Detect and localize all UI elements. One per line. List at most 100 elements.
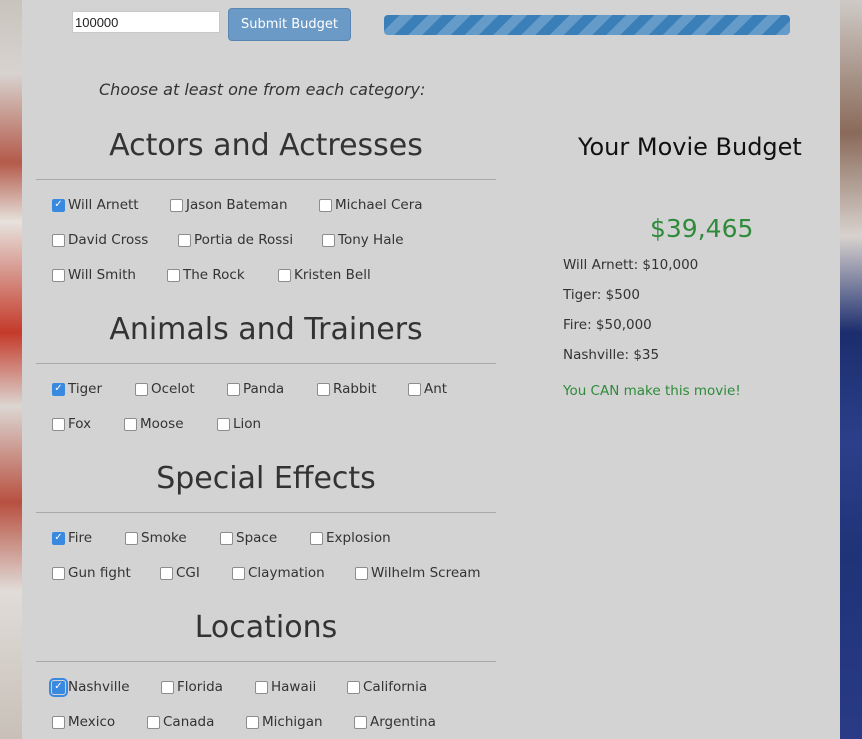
option-argentina[interactable]: Argentina bbox=[354, 714, 436, 730]
option-label: Hawaii bbox=[271, 679, 317, 695]
budget-progress-bar bbox=[384, 15, 790, 35]
option-florida[interactable]: Florida bbox=[161, 679, 223, 695]
option-wilhelm-scream[interactable]: Wilhelm Scream bbox=[355, 565, 481, 581]
option-label: David Cross bbox=[68, 232, 149, 248]
option-moose[interactable]: Moose bbox=[124, 416, 184, 432]
checkbox-the-rock[interactable] bbox=[167, 268, 180, 282]
option-label: Ant bbox=[424, 381, 448, 397]
option-label: CGI bbox=[176, 565, 200, 581]
option-label: Smoke bbox=[141, 530, 187, 546]
option-michigan[interactable]: Michigan bbox=[246, 714, 323, 730]
option-michael-cera[interactable]: Michael Cera bbox=[319, 197, 423, 213]
option-cgi[interactable]: CGI bbox=[160, 565, 200, 581]
option-label: Florida bbox=[177, 679, 223, 695]
option-label: Kristen Bell bbox=[294, 267, 371, 283]
checkbox-florida[interactable] bbox=[161, 680, 174, 694]
checkbox-jason-bateman[interactable] bbox=[170, 198, 183, 212]
option-label: Canada bbox=[163, 714, 215, 730]
checkbox-lion[interactable] bbox=[217, 417, 230, 431]
checkbox-tony-hale[interactable] bbox=[322, 233, 335, 247]
divider-special-effects bbox=[36, 512, 496, 513]
category-title-special-effects: Special Effects bbox=[156, 461, 376, 496]
checkbox-tiger[interactable]: ✓ bbox=[52, 382, 65, 396]
option-space[interactable]: Space bbox=[220, 530, 277, 546]
checkbox-portia-de-rossi[interactable] bbox=[178, 233, 191, 247]
option-label: Ocelot bbox=[151, 381, 195, 397]
option-ocelot[interactable]: Ocelot bbox=[135, 381, 195, 397]
option-rabbit[interactable]: Rabbit bbox=[317, 381, 377, 397]
option-mexico[interactable]: Mexico bbox=[52, 714, 115, 730]
option-label: Panda bbox=[243, 381, 285, 397]
option-canada[interactable]: Canada bbox=[147, 714, 214, 730]
option-kristen-bell[interactable]: Kristen Bell bbox=[278, 267, 371, 283]
category-title-animals: Animals and Trainers bbox=[109, 312, 423, 347]
checkbox-nashville[interactable]: ✓ bbox=[49, 677, 68, 697]
summary-line-item: Tiger: $500 bbox=[563, 287, 640, 303]
option-label: Gun fight bbox=[68, 565, 131, 581]
checkbox-cgi[interactable] bbox=[160, 566, 173, 580]
option-label: Claymation bbox=[248, 565, 325, 581]
option-ant[interactable]: Ant bbox=[408, 381, 447, 397]
option-tony-hale[interactable]: Tony Hale bbox=[322, 232, 404, 248]
budget-progress-fill bbox=[384, 15, 790, 35]
option-smoke[interactable]: Smoke bbox=[125, 530, 187, 546]
option-label: Space bbox=[236, 530, 278, 546]
option-the-rock[interactable]: The Rock bbox=[167, 267, 245, 283]
checkbox-hawaii[interactable] bbox=[255, 680, 268, 694]
option-nashville[interactable]: ✓ Nashville bbox=[49, 677, 130, 697]
checkbox-will-arnett[interactable]: ✓ bbox=[52, 198, 65, 212]
checkbox-california[interactable] bbox=[347, 680, 360, 694]
background-photo-right bbox=[840, 0, 862, 739]
checkbox-david-cross[interactable] bbox=[52, 233, 65, 247]
checkbox-wilhelm-scream[interactable] bbox=[355, 566, 368, 580]
checkbox-smoke[interactable] bbox=[125, 531, 138, 545]
checkbox-argentina[interactable] bbox=[354, 715, 367, 729]
checkbox-panda[interactable] bbox=[227, 382, 240, 396]
checkbox-michigan[interactable] bbox=[246, 715, 259, 729]
checkbox-mexico[interactable] bbox=[52, 715, 65, 729]
checkbox-claymation[interactable] bbox=[232, 566, 245, 580]
checkbox-fox[interactable] bbox=[52, 417, 65, 431]
option-label: Will Smith bbox=[68, 267, 136, 283]
checkbox-explosion[interactable] bbox=[310, 531, 323, 545]
option-label: Moose bbox=[140, 416, 184, 432]
option-gun-fight[interactable]: Gun fight bbox=[52, 565, 131, 581]
option-jason-bateman[interactable]: Jason Bateman bbox=[170, 197, 288, 213]
option-fox[interactable]: Fox bbox=[52, 416, 91, 432]
checkbox-fire[interactable]: ✓ bbox=[52, 531, 65, 545]
option-label: Lion bbox=[233, 416, 262, 432]
option-label: Will Arnett bbox=[68, 197, 139, 213]
option-hawaii[interactable]: Hawaii bbox=[255, 679, 316, 695]
checkbox-gun-fight[interactable] bbox=[52, 566, 65, 580]
option-explosion[interactable]: Explosion bbox=[310, 530, 391, 546]
option-fire[interactable]: ✓ Fire bbox=[52, 530, 92, 546]
option-tiger[interactable]: ✓ Tiger bbox=[52, 381, 102, 397]
checkbox-kristen-bell[interactable] bbox=[278, 268, 291, 282]
option-california[interactable]: California bbox=[347, 679, 427, 695]
option-lion[interactable]: Lion bbox=[217, 416, 261, 432]
option-label: Nashville bbox=[68, 679, 130, 695]
option-label: Tony Hale bbox=[338, 232, 404, 248]
option-label: Jason Bateman bbox=[186, 197, 288, 213]
option-portia-de-rossi[interactable]: Portia de Rossi bbox=[178, 232, 293, 248]
option-david-cross[interactable]: David Cross bbox=[52, 232, 148, 248]
checkbox-moose[interactable] bbox=[124, 417, 137, 431]
submit-budget-button[interactable]: Submit Budget bbox=[228, 8, 351, 41]
checkbox-ant[interactable] bbox=[408, 382, 421, 396]
budget-input[interactable] bbox=[72, 11, 220, 33]
checkbox-michael-cera[interactable] bbox=[319, 198, 332, 212]
option-panda[interactable]: Panda bbox=[227, 381, 284, 397]
checkbox-rabbit[interactable] bbox=[317, 382, 330, 396]
option-will-arnett[interactable]: ✓ Will Arnett bbox=[52, 197, 139, 213]
checkbox-will-smith[interactable] bbox=[52, 268, 65, 282]
summary-line-item: Will Arnett: $10,000 bbox=[563, 257, 699, 273]
divider-actors bbox=[36, 179, 496, 180]
option-claymation[interactable]: Claymation bbox=[232, 565, 325, 581]
option-label: Rabbit bbox=[333, 381, 377, 397]
option-will-smith[interactable]: Will Smith bbox=[52, 267, 136, 283]
checkbox-ocelot[interactable] bbox=[135, 382, 148, 396]
checkbox-space[interactable] bbox=[220, 531, 233, 545]
option-label: Fire bbox=[68, 530, 93, 546]
option-label: Michigan bbox=[262, 714, 323, 730]
checkbox-canada[interactable] bbox=[147, 715, 160, 729]
